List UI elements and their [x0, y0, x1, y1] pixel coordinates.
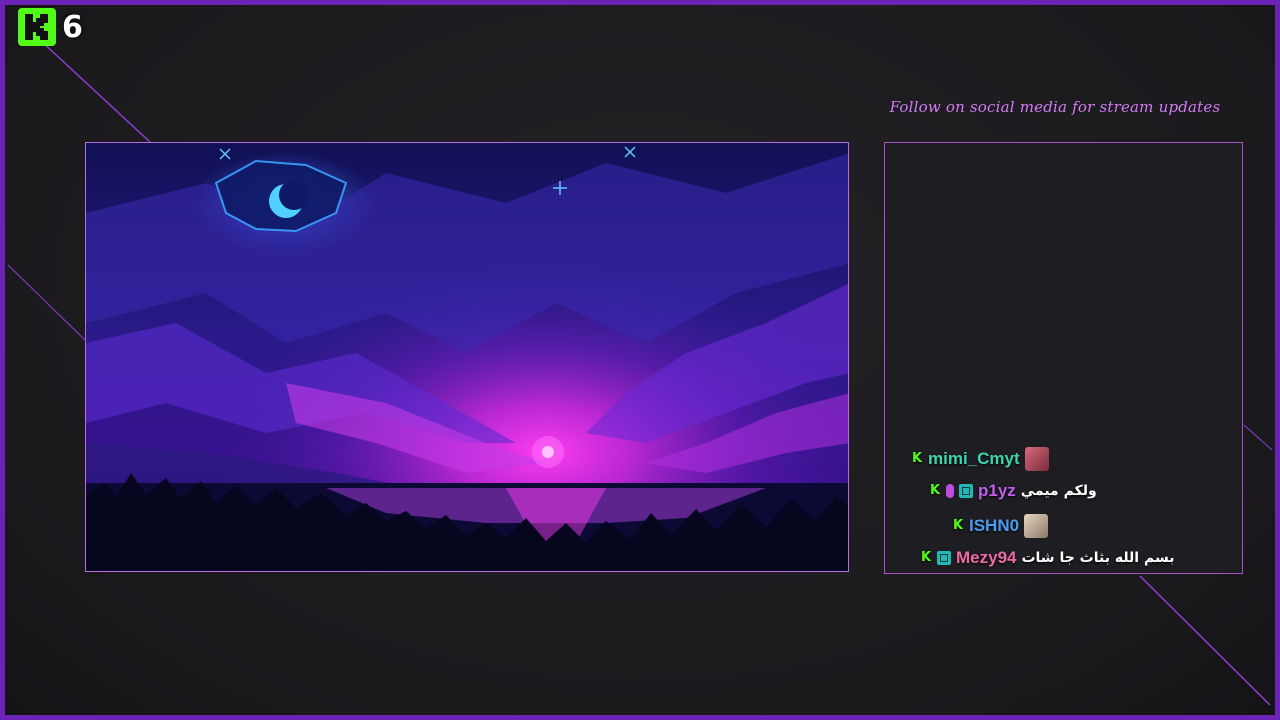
chat-panel: [884, 142, 1243, 574]
kick-badge-icon: K: [921, 550, 932, 565]
chat-message: K mimi_Cmyt: [912, 447, 1049, 471]
user-avatar: [1024, 447, 1049, 471]
chat-message-text: ولكم ميمي: [1020, 483, 1097, 499]
chat-username[interactable]: ISHN0: [969, 516, 1019, 536]
og-badge-icon: [937, 551, 951, 565]
chat-username[interactable]: Mezy94: [956, 548, 1016, 568]
kick-viewer-badge: 6: [18, 8, 83, 46]
chat-username[interactable]: p1yz: [978, 481, 1016, 501]
user-avatar: [1024, 514, 1049, 538]
social-media-text: Follow on social media for stream update…: [889, 98, 1221, 116]
chat-username[interactable]: mimi_Cmyt: [928, 449, 1020, 469]
stream-preview: [85, 142, 849, 572]
kick-logo-icon: [18, 8, 56, 46]
night-sky-scene: [86, 143, 848, 571]
kick-badge-icon: K: [912, 451, 923, 466]
chat-message: K p1yz ولكم ميمي: [930, 481, 1097, 501]
chat-message-text: بسم الله بثاث جا شات: [1021, 550, 1175, 566]
chat-message: K ISHN0: [953, 514, 1049, 538]
mic-badge-icon: [946, 484, 954, 498]
chat-message: K Mezy94 بسم الله بثاث جا شات: [921, 548, 1174, 568]
kick-badge-icon: K: [953, 518, 964, 533]
kick-badge-icon: K: [930, 483, 941, 498]
viewer-count: 6: [62, 9, 83, 45]
og-badge-icon: [959, 484, 973, 498]
